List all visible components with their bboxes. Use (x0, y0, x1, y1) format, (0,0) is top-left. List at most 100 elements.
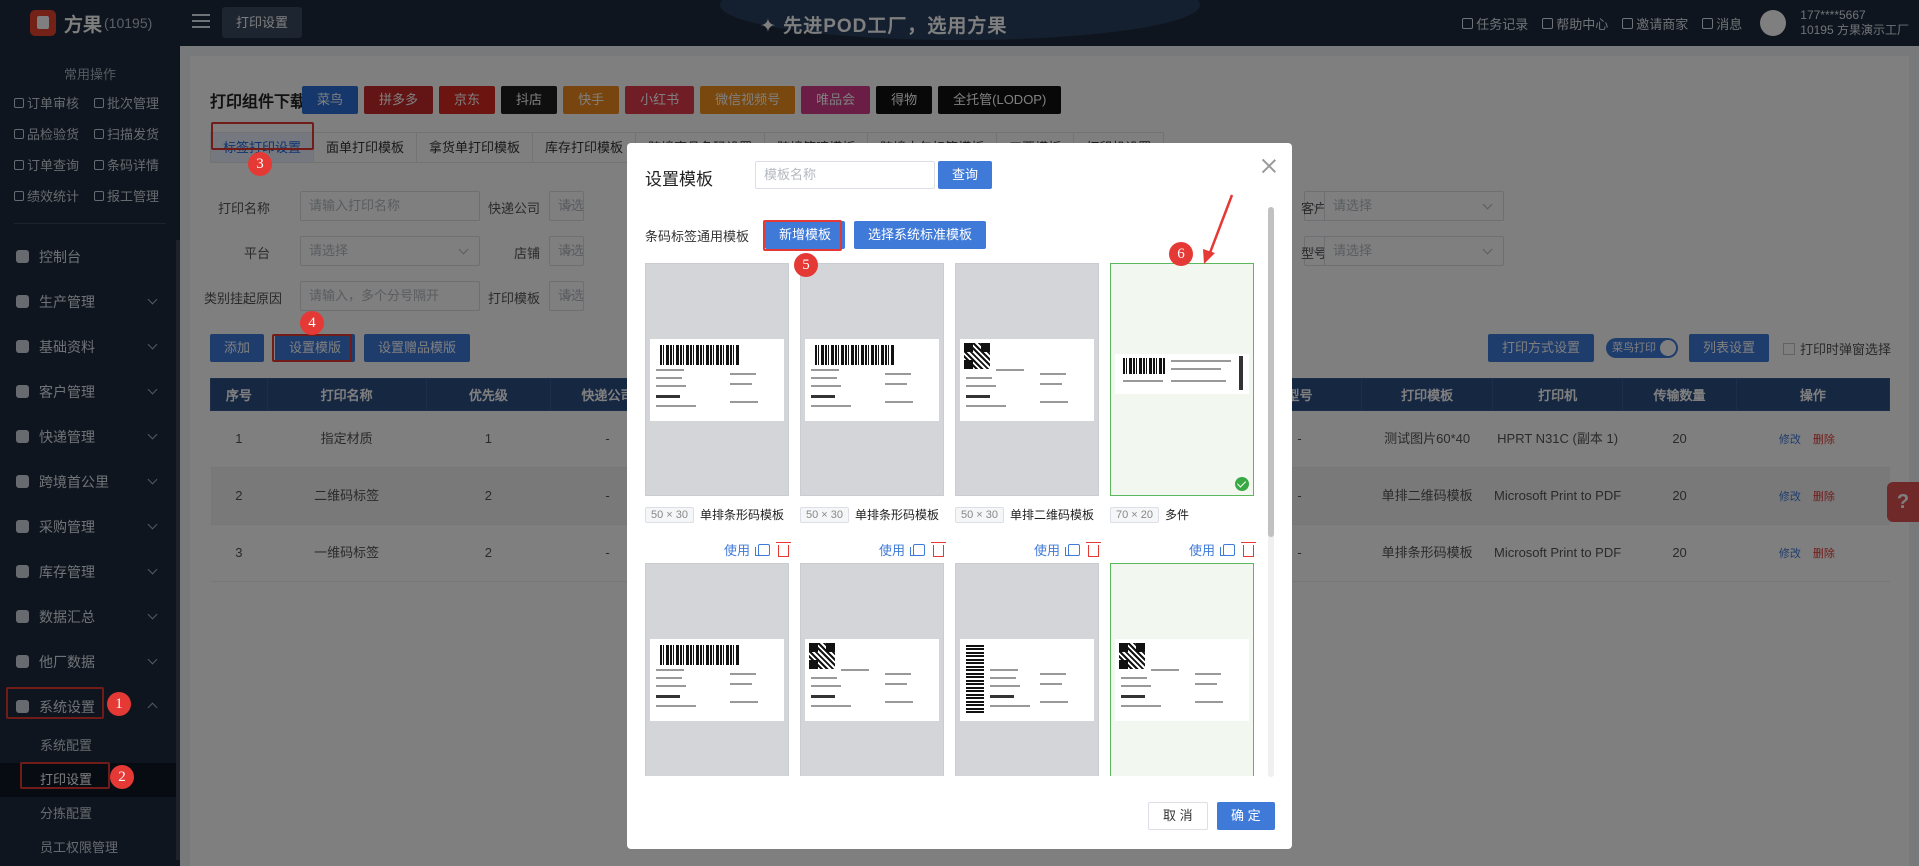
label-text-line (841, 669, 869, 671)
trash-icon[interactable] (931, 541, 946, 557)
use-template-link[interactable]: 使用 (724, 540, 750, 559)
label-text-line (1171, 360, 1231, 362)
label-text-line (966, 377, 992, 379)
label-text-line (730, 673, 756, 675)
label-text-line (656, 405, 696, 407)
system-template-button[interactable]: 选择系统标准模板 (854, 221, 987, 249)
template-thumbnail[interactable] (1110, 263, 1254, 496)
template-actions: 使用 (1189, 540, 1256, 559)
copy-icon[interactable] (1065, 543, 1080, 556)
label-text-line (656, 385, 686, 387)
label-text-line (1040, 373, 1066, 375)
label-text-line (885, 401, 913, 403)
barcode-graphic (1123, 358, 1165, 374)
barcode-graphic (660, 645, 740, 665)
step-marker-5: 5 (794, 253, 818, 277)
trash-icon[interactable] (776, 541, 791, 557)
scrollbar-thumb[interactable] (1268, 207, 1274, 537)
label-text-line (885, 373, 911, 375)
cancel-button[interactable]: 取 消 (1148, 802, 1208, 830)
label-text-line (966, 405, 1006, 407)
label-text-line (811, 369, 839, 371)
copy-icon[interactable] (910, 543, 925, 556)
template-card[interactable] (1110, 563, 1254, 776)
template-card[interactable] (645, 563, 789, 776)
label-text-line (656, 677, 682, 679)
step-marker-2: 2 (110, 765, 134, 789)
copy-icon[interactable] (755, 543, 770, 556)
use-template-link[interactable]: 使用 (1189, 540, 1215, 559)
template-thumbnail[interactable] (645, 563, 789, 776)
label-text-line (1121, 705, 1161, 707)
label-preview (960, 639, 1094, 721)
label-text-line (730, 373, 756, 375)
template-name: 单排条形码模板 (700, 508, 785, 522)
label-text-line (990, 705, 1030, 707)
template-size: 50 × 30 (645, 506, 695, 523)
label-text-line (1195, 683, 1217, 685)
use-template-link[interactable]: 使用 (1034, 540, 1060, 559)
label-preview (650, 639, 784, 721)
label-text-line (1195, 673, 1221, 675)
step-marker-1: 1 (107, 692, 131, 716)
label-text-line (1040, 683, 1062, 685)
template-meta: 50 × 30 单排二维码模板 (955, 506, 1105, 523)
template-actions: 使用 (879, 540, 946, 559)
label-preview (805, 339, 939, 421)
modal-title: 设置模板 (645, 170, 713, 189)
label-text-line (1121, 695, 1145, 698)
label-text-line (656, 395, 680, 398)
template-meta: 50 × 30 单排条形码模板 (645, 506, 795, 523)
template-thumbnail[interactable] (955, 263, 1099, 496)
barcode-graphic (660, 345, 740, 365)
use-template-link[interactable]: 使用 (879, 540, 905, 559)
query-button[interactable]: 查询 (938, 161, 993, 189)
trash-icon[interactable] (1241, 541, 1256, 557)
template-thumbnail[interactable] (645, 263, 789, 496)
template-card[interactable] (800, 563, 944, 776)
label-text-line (990, 695, 1014, 698)
label-text-line (885, 683, 907, 685)
label-text-line (811, 685, 841, 687)
label-text-line (730, 683, 752, 685)
template-card[interactable]: 50 × 30 单排二维码模板 使用 (955, 263, 1101, 558)
template-gallery: 50 × 30 单排条形码模板 使用 50 × 30 单排条形码模板 使用 50 × 30 单… (645, 263, 1257, 776)
confirm-button[interactable]: 确 定 (1217, 802, 1275, 830)
label-text-line (990, 669, 1018, 671)
label-text-line (1040, 401, 1068, 403)
label-text-line (656, 377, 682, 379)
close-icon[interactable] (1260, 157, 1278, 175)
template-actions: 使用 (1034, 540, 1101, 559)
label-text-line (656, 695, 680, 698)
template-thumbnail[interactable] (800, 563, 944, 776)
template-meta: 50 × 30 单排条形码模板 (800, 506, 950, 523)
vertical-barcode-graphic (966, 645, 984, 715)
label-text-line (811, 377, 837, 379)
template-card[interactable]: 50 × 30 单排条形码模板 使用 (800, 263, 946, 558)
modal-scrollbar[interactable] (1268, 207, 1274, 777)
template-thumbnail[interactable] (955, 563, 1099, 776)
label-text-line (811, 385, 841, 387)
label-text-line (990, 677, 1016, 679)
template-thumbnail[interactable] (1110, 563, 1254, 776)
template-name-input[interactable]: 模板名称 (755, 161, 935, 189)
template-meta: 70 × 20 多件 (1110, 506, 1257, 523)
selected-check-icon (1235, 477, 1249, 491)
template-name: 单排条形码模板 (855, 508, 940, 522)
label-text-line (811, 705, 851, 707)
template-thumbnail[interactable] (800, 263, 944, 496)
annotation-box-new-template (763, 220, 842, 251)
label-preview (1115, 354, 1249, 394)
trash-icon[interactable] (1086, 541, 1101, 557)
step-marker-6: 6 (1169, 242, 1193, 266)
label-text-line (996, 369, 1024, 371)
template-card[interactable]: 70 × 20 多件使用 (1110, 263, 1256, 558)
label-preview (1115, 639, 1249, 721)
copy-icon[interactable] (1220, 543, 1235, 556)
template-card[interactable]: 50 × 30 单排条形码模板使用 (645, 263, 791, 558)
label-text-line (1040, 701, 1068, 703)
template-card[interactable] (955, 563, 1099, 776)
label-preview (650, 339, 784, 421)
qr-code-graphic (809, 643, 835, 669)
label-text-line (811, 677, 837, 679)
